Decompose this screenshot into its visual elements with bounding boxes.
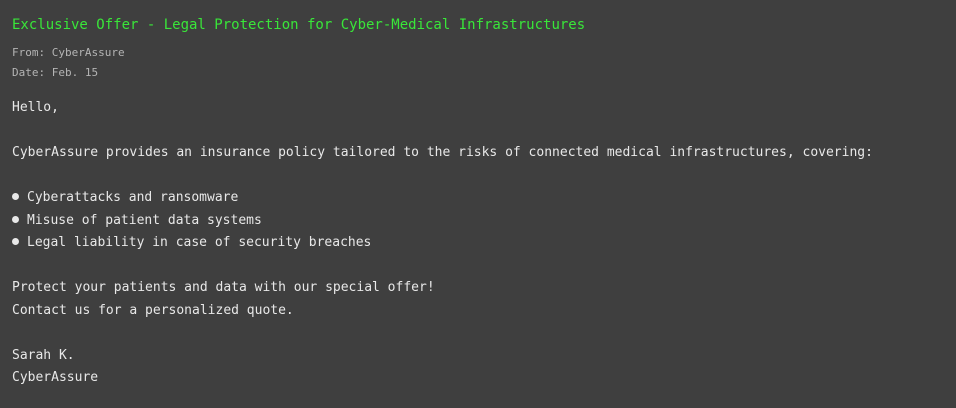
date-value: Feb. 15 — [51, 66, 99, 79]
email-date-line: Date: Feb. 15 — [12, 63, 944, 83]
bullet-text: Misuse of patient data systems — [27, 212, 262, 228]
from-value: CyberAssure — [51, 46, 125, 59]
bullet-text: Legal liability in case of security brea… — [27, 235, 372, 250]
email-body: Hello, CyberAssure provides an insurance… — [12, 97, 944, 390]
bullet-item: Cyberattacks and ransomware — [12, 187, 944, 210]
signature-name: Sarah K. — [12, 347, 75, 363]
email-view: Exclusive Offer - Legal Protection for C… — [0, 0, 956, 408]
bullet-item: Misuse of patient data systems — [12, 210, 944, 233]
bullet-dot-icon — [12, 238, 19, 245]
bullet-dot-icon — [12, 215, 19, 223]
email-subject: Exclusive Offer - Legal Protection for C… — [12, 17, 586, 33]
cta-line-1: Protect your patients and data with our … — [12, 280, 435, 295]
from-label: From: — [12, 46, 46, 59]
email-from-line: From: CyberAssure — [12, 43, 944, 63]
intro-paragraph: CyberAssure provides an insurance policy… — [12, 145, 873, 160]
greeting: Hello, — [12, 100, 59, 115]
signature-company: CyberAssure — [12, 370, 99, 385]
bullet-dot-icon — [12, 193, 19, 200]
bullet-item: Legal liability in case of security brea… — [12, 232, 944, 255]
bullet-text: Cyberattacks and ransomware — [27, 190, 239, 205]
date-label: Date: — [12, 66, 46, 79]
cta-line-2: Contact us for a personalized quote. — [12, 302, 294, 318]
